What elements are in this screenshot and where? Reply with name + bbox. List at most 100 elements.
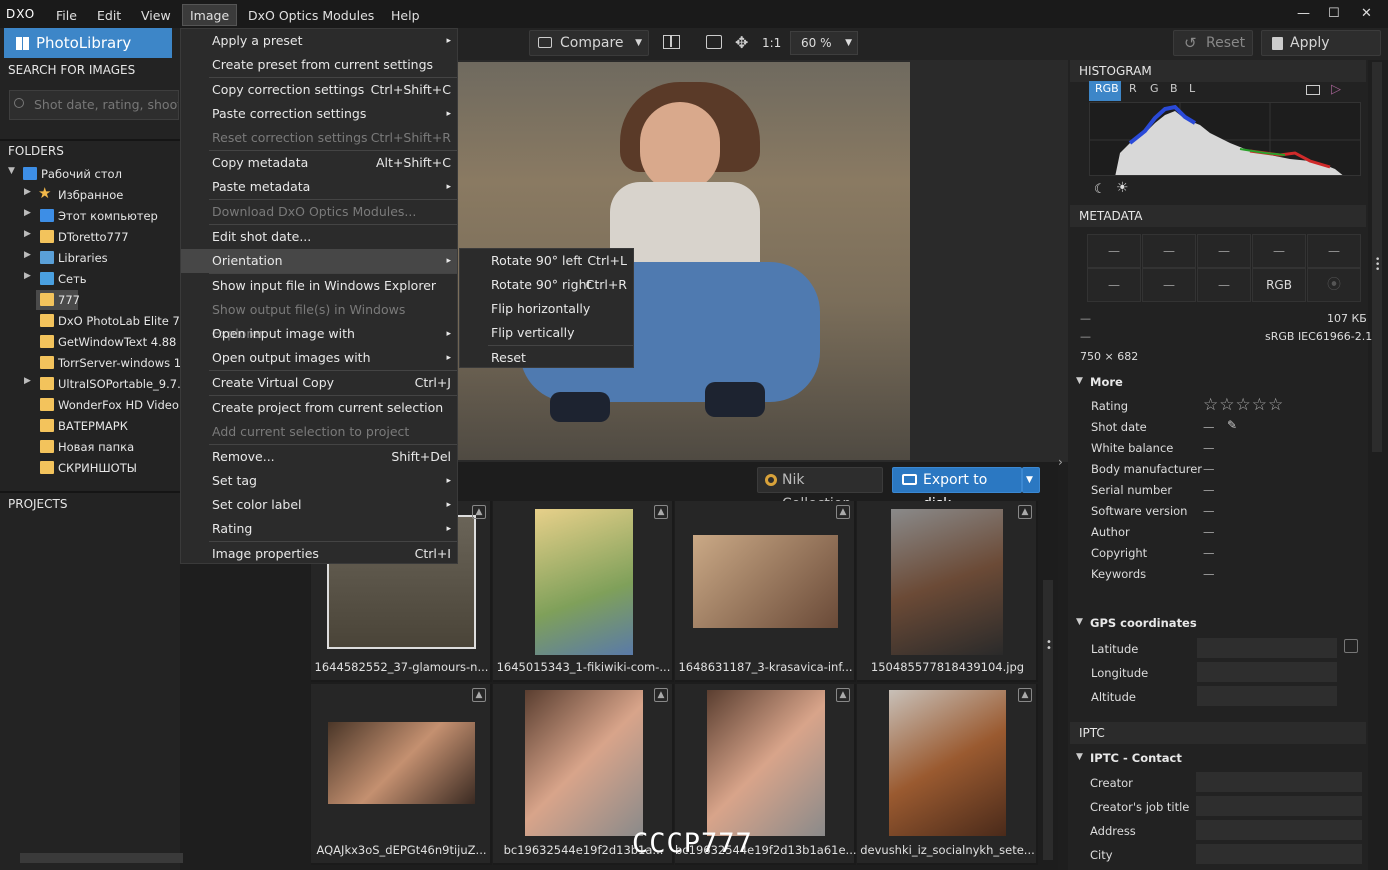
city-field[interactable]	[1196, 844, 1362, 864]
monitor-icon[interactable]	[1306, 85, 1320, 95]
export-dropdown[interactable]: ▼	[1022, 467, 1040, 493]
tree-item-favorites[interactable]: ▶ ★ Избранное	[0, 185, 180, 206]
thumbnail[interactable]: ▲ 150485577818439104.jpg	[857, 501, 1038, 682]
menu-item-copy-metadata[interactable]: Copy metadata Alt+Shift+C	[181, 151, 457, 175]
horizontal-scrollbar[interactable]	[20, 853, 183, 863]
flag-icon[interactable]: ▲	[1018, 688, 1032, 702]
menu-item-copy-correction[interactable]: Copy correction settings Ctrl+Shift+C	[181, 78, 457, 102]
export-to-disk-button[interactable]: Export to disk	[892, 467, 1022, 512]
menu-item-flip-horizontally[interactable]: Flip horizontally	[460, 297, 633, 321]
thumbnail[interactable]: ▲ 1645015343_1-fikiwiki-com-...	[493, 501, 674, 682]
thumbnail[interactable]: ▲ 1648631187_3-krasavica-inf...	[675, 501, 856, 682]
menu-item-edit-shot-date[interactable]: Edit shot date...	[181, 225, 457, 249]
tree-item-network[interactable]: ▶ Сеть	[0, 269, 180, 290]
channel-l[interactable]: L	[1189, 82, 1195, 95]
chevron-down-icon[interactable]: ▼	[1076, 376, 1083, 386]
gamut-icon[interactable]: ▷	[1331, 82, 1341, 97]
photolibrary-tab[interactable]: PhotoLibrary	[4, 28, 172, 58]
apply-preset-button[interactable]: Apply preset	[1261, 30, 1381, 75]
tree-item-watermark[interactable]: ВАТЕРМАРК	[0, 416, 180, 437]
latitude-field[interactable]	[1197, 638, 1337, 658]
menu-item-download-modules[interactable]: Download DxO Optics Modules...	[181, 200, 457, 224]
channel-g[interactable]: G	[1150, 82, 1159, 95]
channel-rgb[interactable]: RGB	[1095, 82, 1119, 95]
tree-item-libraries[interactable]: ▶ Libraries	[0, 248, 180, 269]
zoom-select[interactable]: 60 % ▼	[790, 31, 858, 55]
longitude-field[interactable]	[1197, 662, 1337, 682]
menu-item-apply-preset[interactable]: Apply a preset ▸	[181, 29, 457, 53]
thumbnail[interactable]: ▲ AQAJkx3oS_dEPGt46n9tijuZ...	[311, 684, 492, 865]
tree-item-screenshots[interactable]: СКРИНШОТЫ	[0, 458, 180, 479]
menu-image[interactable]: Image	[182, 4, 238, 26]
fit-screen-icon[interactable]	[706, 35, 722, 49]
menu-item-orientation[interactable]: Orientation ▸	[181, 249, 457, 273]
menu-item-set-color-label[interactable]: Set color label ▸	[181, 493, 457, 517]
menu-item-rotate-right[interactable]: Rotate 90° right Ctrl+R	[460, 273, 633, 297]
search-input[interactable]: Shot date, rating, shoot	[9, 90, 179, 120]
address-field[interactable]	[1196, 820, 1362, 840]
tree-item-torrserver[interactable]: TorrServer-windows 12	[0, 353, 180, 374]
tree-item-ultraiso[interactable]: ▶ UltraISOPortable_9.7.6.	[0, 374, 180, 395]
menu-help[interactable]: Help	[391, 8, 420, 23]
chevron-down-icon[interactable]: ▼	[1076, 752, 1083, 762]
flag-icon[interactable]: ▲	[654, 688, 668, 702]
flag-icon[interactable]: ▲	[472, 505, 486, 519]
creator-field[interactable]	[1196, 772, 1362, 792]
tree-item-dxo-photolab[interactable]: DxO PhotoLab Elite 7.0	[0, 311, 180, 332]
reset-button[interactable]: ↺ Reset	[1173, 30, 1253, 56]
more-vertical-icon[interactable]: • • •	[1375, 256, 1380, 275]
tree-item-this-pc[interactable]: ▶ Этот компьютер	[0, 206, 180, 227]
compare-button[interactable]: Compare ▼	[529, 30, 649, 56]
channel-b[interactable]: B	[1170, 82, 1178, 95]
pencil-icon[interactable]: ✎	[1227, 418, 1237, 432]
menu-item-rotate-left[interactable]: Rotate 90° left Ctrl+L	[460, 249, 633, 273]
menu-dxo-optics-modules[interactable]: DxO Optics Modules	[248, 8, 374, 23]
menu-item-paste-metadata[interactable]: Paste metadata ▸	[181, 175, 457, 199]
menu-item-rating[interactable]: Rating ▸	[181, 517, 457, 541]
flag-icon[interactable]: ▲	[836, 688, 850, 702]
tree-item-getwindowtext[interactable]: GetWindowText 4.88 Po	[0, 332, 180, 353]
tree-item-dtoretto777[interactable]: ▶ DToretto777	[0, 227, 180, 248]
menu-item-open-output-with[interactable]: Open output images with ▸	[181, 346, 457, 370]
nik-collection-button[interactable]: Nik Collection	[757, 467, 883, 512]
tree-item-new-folder[interactable]: Новая папка	[0, 437, 180, 458]
menu-item-paste-correction[interactable]: Paste correction settings ▸	[181, 102, 457, 126]
close-button[interactable]: ✕	[1361, 6, 1372, 21]
menu-item-set-tag[interactable]: Set tag ▸	[181, 469, 457, 493]
filmstrip-scrollbar[interactable]	[1043, 580, 1053, 860]
tree-item-777[interactable]: 777	[0, 290, 180, 311]
menu-item-create-virtual-copy[interactable]: Create Virtual Copy Ctrl+J	[181, 371, 457, 395]
iptc-contact-title[interactable]: IPTC - Contact	[1090, 751, 1182, 765]
map-icon[interactable]	[1344, 639, 1358, 653]
zoom-one-to-one[interactable]: 1:1	[762, 36, 781, 50]
menu-view[interactable]: View	[141, 8, 171, 23]
flag-icon[interactable]: ▲	[1018, 505, 1032, 519]
creator-job-title-field[interactable]	[1196, 796, 1362, 816]
chevron-right-icon[interactable]: ›	[1058, 455, 1063, 469]
tree-item-wonderfox[interactable]: WonderFox HD Video C	[0, 395, 180, 416]
menu-file[interactable]: File	[56, 8, 77, 23]
menu-item-reset-correction[interactable]: Reset correction settings Ctrl+Shift+R	[181, 126, 457, 150]
menu-edit[interactable]: Edit	[97, 8, 121, 23]
menu-item-show-input-file[interactable]: Show input file in Windows Explorer	[181, 274, 457, 298]
menu-item-image-properties[interactable]: Image properties Ctrl+I	[181, 542, 457, 566]
menu-item-open-input-with[interactable]: Open input image with ▸	[181, 322, 457, 346]
more-group-title[interactable]: More	[1090, 375, 1123, 389]
more-vertical-icon[interactable]: • •	[1046, 638, 1052, 654]
flag-icon[interactable]: ▲	[836, 505, 850, 519]
menu-item-flip-vertically[interactable]: Flip vertically	[460, 321, 633, 345]
maximize-button[interactable]: ☐	[1328, 6, 1340, 21]
menu-item-remove[interactable]: Remove... Shift+Del	[181, 445, 457, 469]
menu-item-show-output-files[interactable]: Show output file(s) in Windows Explorer	[181, 298, 457, 341]
altitude-field[interactable]	[1197, 686, 1337, 706]
channel-r[interactable]: R	[1129, 82, 1137, 95]
menu-item-reset-orientation[interactable]: Reset	[460, 346, 633, 370]
thumbnail[interactable]: ▲ devushki_iz_socialnykh_sete...	[857, 684, 1038, 865]
moon-icon[interactable]: ☾	[1094, 182, 1106, 197]
rating-stars[interactable]: ☆☆☆☆☆	[1203, 395, 1284, 415]
gps-group-title[interactable]: GPS coordinates	[1090, 616, 1197, 630]
sun-icon[interactable]: ☀	[1116, 180, 1129, 196]
move-icon[interactable]: ✥	[735, 33, 748, 52]
menu-item-create-project[interactable]: Create project from current selection	[181, 396, 457, 420]
flag-icon[interactable]: ▲	[654, 505, 668, 519]
